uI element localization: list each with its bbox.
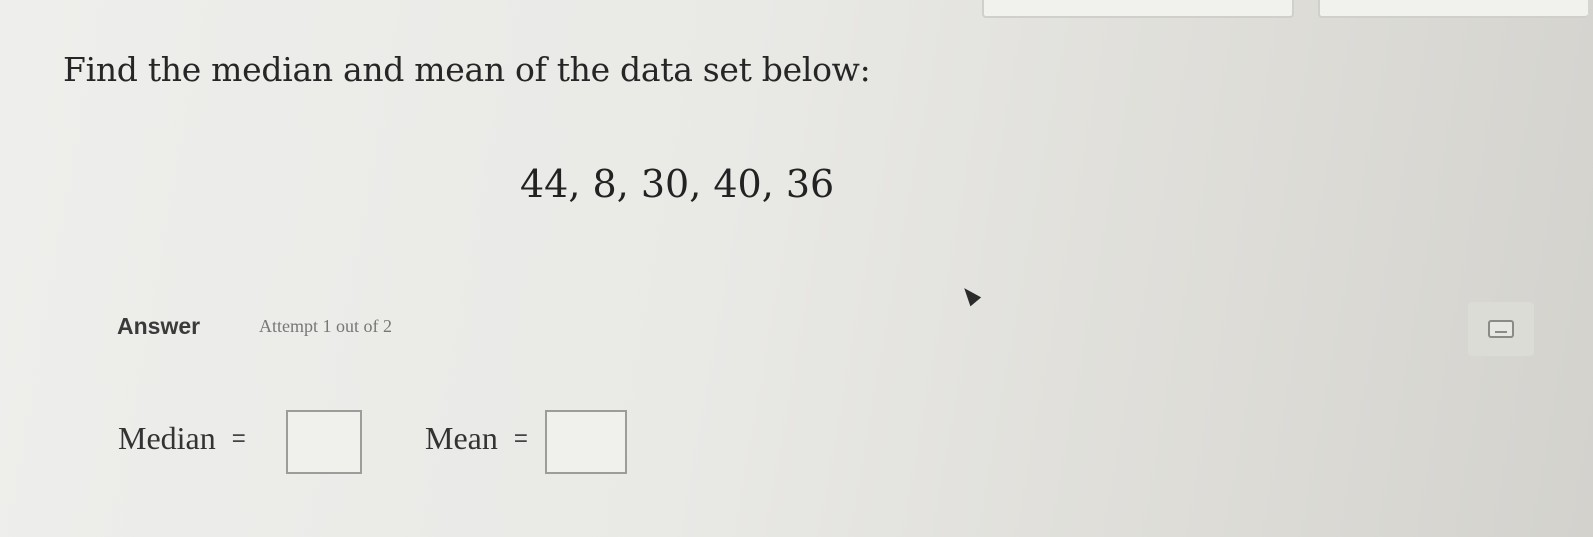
- mean-input[interactable]: [545, 410, 627, 474]
- top-tab-1[interactable]: [982, 0, 1294, 18]
- top-tab-2[interactable]: [1318, 0, 1588, 18]
- median-input[interactable]: [286, 410, 362, 474]
- mean-equals-sign: =: [513, 425, 528, 452]
- attempt-counter: Attempt 1 out of 2: [259, 316, 392, 336]
- keyboard-icon: [1488, 320, 1514, 338]
- question-prompt: Find the median and mean of the data set…: [63, 50, 871, 89]
- median-label-text: Median: [118, 420, 216, 456]
- mouse-cursor-icon: [958, 283, 982, 307]
- mean-label-text: Mean: [425, 420, 498, 456]
- keyboard-toggle-button[interactable]: [1468, 302, 1534, 356]
- data-set: 44, 8, 30, 40, 36: [520, 162, 835, 206]
- mean-label: Mean =: [425, 420, 528, 457]
- answer-heading: Answer: [117, 313, 201, 339]
- median-equals-sign: =: [231, 425, 246, 452]
- median-label: Median =: [118, 420, 246, 457]
